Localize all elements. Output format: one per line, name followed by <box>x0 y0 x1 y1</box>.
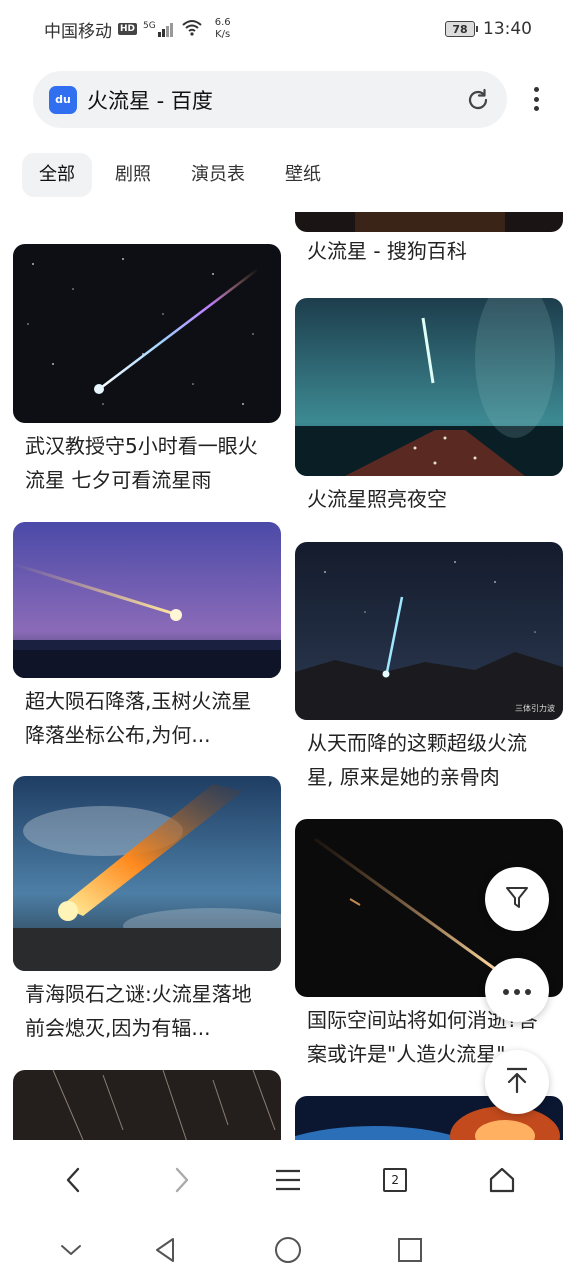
square-recents-icon <box>398 1238 422 1262</box>
result-card[interactable]: 超大陨石降落,玉树火流星降落坐标公布,为何... <box>13 522 281 756</box>
result-card[interactable]: 国际空间站将如何消逝?答案或许是"人造火流星" <box>295 819 563 1075</box>
result-image[interactable] <box>13 244 281 423</box>
system-back-button[interactable] <box>147 1232 183 1268</box>
result-image[interactable] <box>13 1070 281 1140</box>
status-left: 中国移动 HD 5G 6.6 K/s <box>44 17 231 42</box>
circle-home-icon <box>275 1237 301 1263</box>
result-title[interactable]: 青海陨石之谜:火流星落地前会熄灭,因为有辐... <box>13 971 281 1049</box>
status-right: 78 13:40 <box>445 19 532 39</box>
menu-button[interactable] <box>258 1150 318 1210</box>
filter-button[interactable] <box>485 867 549 931</box>
baidu-logo-icon: du <box>49 85 77 114</box>
more-options-button[interactable] <box>485 958 549 1022</box>
more-menu-icon[interactable] <box>526 84 546 114</box>
signal-icon: 5G <box>143 21 175 37</box>
system-nav-bar <box>0 1220 576 1280</box>
home-icon <box>490 1167 515 1193</box>
result-image[interactable] <box>295 212 563 232</box>
result-image[interactable] <box>13 776 281 971</box>
tabs-button[interactable]: 2 <box>365 1150 425 1210</box>
hide-nav-button[interactable] <box>53 1232 89 1268</box>
result-image[interactable] <box>13 522 281 678</box>
signal-label: 5G <box>143 21 156 31</box>
hamburger-icon <box>275 1169 300 1191</box>
tab-all[interactable]: 全部 <box>22 153 92 197</box>
result-title[interactable]: 武汉教授守5小时看一眼火流星 七夕可看流星雨 <box>13 423 281 501</box>
tab-stills[interactable]: 剧照 <box>98 153 168 197</box>
hd-badge: HD <box>118 23 138 35</box>
watermark-text: 三体引力波 <box>515 704 555 713</box>
clock: 13:40 <box>483 19 532 39</box>
search-query[interactable]: 火流星 - 百度 <box>87 85 465 115</box>
result-card-partial[interactable] <box>295 212 563 232</box>
status-bar: 中国移动 HD 5G 6.6 K/s 78 13:40 <box>0 0 576 58</box>
wifi-icon <box>181 18 203 41</box>
triangle-back-icon <box>156 1238 174 1262</box>
search-bar[interactable]: du 火流星 - 百度 <box>33 71 507 128</box>
tab-count-icon: 2 <box>383 1168 408 1192</box>
system-home-button[interactable] <box>270 1232 306 1268</box>
home-button[interactable] <box>472 1150 532 1210</box>
network-speed: 6.6 K/s <box>215 17 231 41</box>
arrow-up-icon <box>503 1066 531 1098</box>
battery-icon: 78 <box>445 21 478 37</box>
filter-icon <box>503 883 531 915</box>
chevron-down-icon <box>61 1245 81 1255</box>
result-title[interactable]: 超大陨石降落,玉树火流星降落坐标公布,为何... <box>13 678 281 756</box>
network-speed-unit: K/s <box>215 29 231 40</box>
refresh-icon[interactable] <box>465 87 491 113</box>
result-image[interactable]: 三体引力波 <box>295 542 563 720</box>
network-speed-value: 6.6 <box>214 17 231 28</box>
tab-cast[interactable]: 演员表 <box>174 153 262 197</box>
chevron-right-icon <box>175 1167 188 1193</box>
result-card[interactable]: 青海陨石之谜:火流星落地前会熄灭,因为有辐... <box>13 776 281 1049</box>
result-card[interactable]: 三体引力波 从天而降的这颗超级火流星, 原来是她的亲骨肉 <box>295 542 563 798</box>
result-card[interactable] <box>13 1070 281 1140</box>
forward-button[interactable] <box>151 1150 211 1210</box>
chevron-left-icon <box>66 1167 79 1193</box>
back-button[interactable] <box>44 1150 104 1210</box>
category-tabs: 全部 剧照 演员表 壁纸 <box>22 153 344 197</box>
more-dots-icon <box>502 981 532 1000</box>
result-card[interactable]: 武汉教授守5小时看一眼火流星 七夕可看流星雨 <box>13 244 281 501</box>
tab-wallpaper[interactable]: 壁纸 <box>268 153 338 197</box>
browser-bottom-nav: 2 <box>0 1140 576 1220</box>
system-recents-button[interactable] <box>392 1232 428 1268</box>
carrier-name: 中国移动 <box>44 21 112 42</box>
result-title[interactable]: 从天而降的这颗超级火流星, 原来是她的亲骨肉 <box>295 720 563 798</box>
back-to-top-button[interactable] <box>485 1050 549 1114</box>
result-image[interactable] <box>295 298 563 476</box>
result-card[interactable]: 火流星照亮夜空 <box>295 298 563 554</box>
